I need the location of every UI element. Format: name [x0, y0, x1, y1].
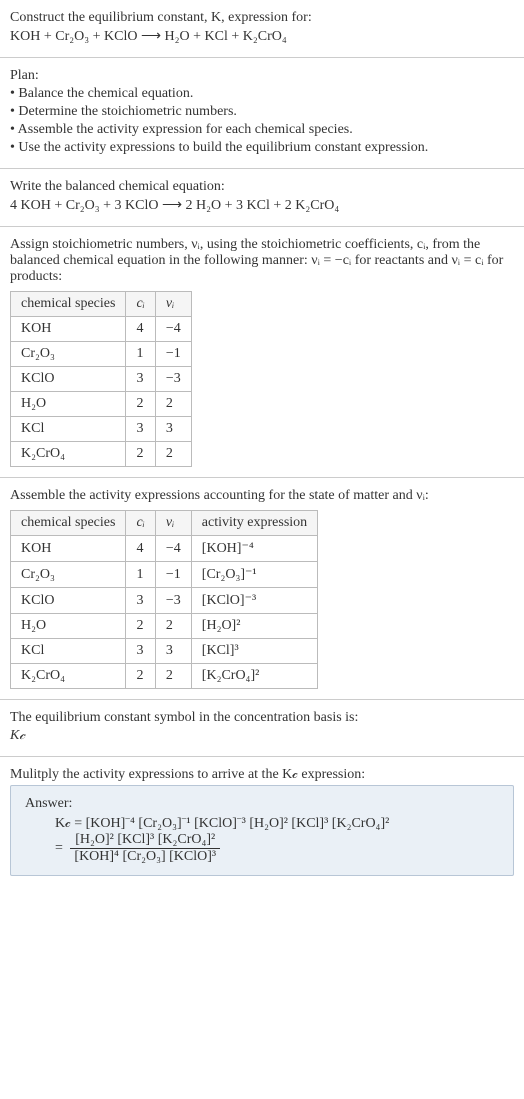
c-cell: 3 — [126, 367, 155, 392]
assign-section: Assign stoichiometric numbers, νᵢ, using… — [0, 227, 524, 478]
col-c: cᵢ — [126, 292, 155, 317]
v-cell: 3 — [155, 639, 191, 664]
balanced-section: Write the balanced chemical equation: 4 … — [0, 169, 524, 227]
activity-cell: [Cr₂O₃]⁻¹ — [191, 562, 317, 588]
activity-cell: [KClO]⁻³ — [191, 588, 317, 614]
plan-heading: Plan: — [10, 68, 514, 84]
v-cell: 2 — [155, 664, 191, 689]
table-row: H₂O22[H₂O]² — [11, 614, 318, 639]
species-cell: H₂O — [11, 392, 126, 417]
symbol-text: The equilibrium constant symbol in the c… — [10, 710, 514, 726]
answer-label: Answer: — [25, 796, 499, 812]
multiply-heading: Mulitply the activity expressions to arr… — [10, 767, 514, 783]
col-c: cᵢ — [126, 511, 155, 536]
species-cell: KOH — [11, 536, 126, 562]
c-cell: 3 — [126, 417, 155, 442]
col-species: chemical species — [11, 511, 126, 536]
table-row: KOH4−4[KOH]⁻⁴ — [11, 536, 318, 562]
intro-section: Construct the equilibrium constant, K, e… — [0, 0, 524, 58]
col-v: νᵢ — [155, 511, 191, 536]
v-cell: 3 — [155, 417, 191, 442]
c-cell: 4 — [126, 536, 155, 562]
answer-fraction-line: = [H₂O]² [KCl]³ [K₂CrO₄]² [KOH]⁴ [Cr₂O₃]… — [55, 832, 499, 865]
activities-section: Assemble the activity expressions accoun… — [0, 478, 524, 700]
equals-sign: = — [55, 841, 63, 856]
table-row: KOH4−4 — [11, 317, 192, 342]
table-header-row: chemical species cᵢ νᵢ activity expressi… — [11, 511, 318, 536]
col-activity: activity expression — [191, 511, 317, 536]
activities-table: chemical species cᵢ νᵢ activity expressi… — [10, 510, 318, 689]
c-cell: 1 — [126, 562, 155, 588]
plan-bullet: • Determine the stoichiometric numbers. — [10, 104, 514, 120]
v-cell: 2 — [155, 392, 191, 417]
species-cell: KOH — [11, 317, 126, 342]
col-species: chemical species — [11, 292, 126, 317]
activities-heading: Assemble the activity expressions accoun… — [10, 488, 514, 504]
intro-equation: KOH + Cr₂O₃ + KClO ⟶ H₂O + KCl + K₂CrO₄ — [10, 28, 514, 45]
species-cell: Cr₂O₃ — [11, 342, 126, 367]
v-cell: −1 — [155, 342, 191, 367]
c-cell: 2 — [126, 664, 155, 689]
plan-bullet: • Assemble the activity expression for e… — [10, 122, 514, 138]
species-cell: Cr₂O₃ — [11, 562, 126, 588]
table-row: KCl33 — [11, 417, 192, 442]
activity-cell: [KOH]⁻⁴ — [191, 536, 317, 562]
c-cell: 2 — [126, 614, 155, 639]
col-v: νᵢ — [155, 292, 191, 317]
species-cell: KClO — [11, 367, 126, 392]
symbol-kc: K𝒸 — [10, 728, 514, 744]
c-cell: 2 — [126, 392, 155, 417]
table-row: KClO3−3 — [11, 367, 192, 392]
answer-box: Answer: K𝒸 = [KOH]⁻⁴ [Cr₂O₃]⁻¹ [KClO]⁻³ … — [10, 785, 514, 876]
balanced-heading: Write the balanced chemical equation: — [10, 179, 514, 195]
c-cell: 3 — [126, 588, 155, 614]
plan-bullet: • Use the activity expressions to build … — [10, 140, 514, 156]
symbol-section: The equilibrium constant symbol in the c… — [0, 700, 524, 757]
table-row: K₂CrO₄22 — [11, 442, 192, 467]
table-header-row: chemical species cᵢ νᵢ — [11, 292, 192, 317]
v-cell: −4 — [155, 317, 191, 342]
intro-line-1: Construct the equilibrium constant, K, e… — [10, 10, 514, 26]
species-cell: KCl — [11, 417, 126, 442]
table-row: H₂O22 — [11, 392, 192, 417]
table-row: KClO3−3[KClO]⁻³ — [11, 588, 318, 614]
v-cell: 2 — [155, 614, 191, 639]
plan-bullet: • Balance the chemical equation. — [10, 86, 514, 102]
table-row: Cr₂O₃1−1 — [11, 342, 192, 367]
table-row: Cr₂O₃1−1[Cr₂O₃]⁻¹ — [11, 562, 318, 588]
species-cell: KClO — [11, 588, 126, 614]
v-cell: −4 — [155, 536, 191, 562]
activity-cell: [H₂O]² — [191, 614, 317, 639]
balanced-equation: 4 KOH + Cr₂O₃ + 3 KClO ⟶ 2 H₂O + 3 KCl +… — [10, 197, 514, 214]
table-row: KCl33[KCl]³ — [11, 639, 318, 664]
v-cell: −3 — [155, 588, 191, 614]
v-cell: −3 — [155, 367, 191, 392]
species-cell: K₂CrO₄ — [11, 664, 126, 689]
fraction-numerator: [H₂O]² [KCl]³ [K₂CrO₄]² — [70, 832, 220, 849]
activity-cell: [KCl]³ — [191, 639, 317, 664]
stoich-table: chemical species cᵢ νᵢ KOH4−4 Cr₂O₃1−1 K… — [10, 291, 192, 467]
species-cell: KCl — [11, 639, 126, 664]
plan-section: Plan: • Balance the chemical equation. •… — [0, 58, 524, 169]
fraction-denominator: [KOH]⁴ [Cr₂O₃] [KClO]³ — [70, 849, 220, 865]
fraction: [H₂O]² [KCl]³ [K₂CrO₄]² [KOH]⁴ [Cr₂O₃] [… — [70, 832, 220, 865]
c-cell: 3 — [126, 639, 155, 664]
c-cell: 4 — [126, 317, 155, 342]
c-cell: 1 — [126, 342, 155, 367]
answer-line-1: K𝒸 = [KOH]⁻⁴ [Cr₂O₃]⁻¹ [KClO]⁻³ [H₂O]² [… — [55, 816, 499, 832]
v-cell: −1 — [155, 562, 191, 588]
c-cell: 2 — [126, 442, 155, 467]
activity-cell: [K₂CrO₄]² — [191, 664, 317, 689]
table-row: K₂CrO₄22[K₂CrO₄]² — [11, 664, 318, 689]
multiply-section: Mulitply the activity expressions to arr… — [0, 757, 524, 886]
species-cell: K₂CrO₄ — [11, 442, 126, 467]
v-cell: 2 — [155, 442, 191, 467]
assign-text: Assign stoichiometric numbers, νᵢ, using… — [10, 237, 514, 285]
species-cell: H₂O — [11, 614, 126, 639]
